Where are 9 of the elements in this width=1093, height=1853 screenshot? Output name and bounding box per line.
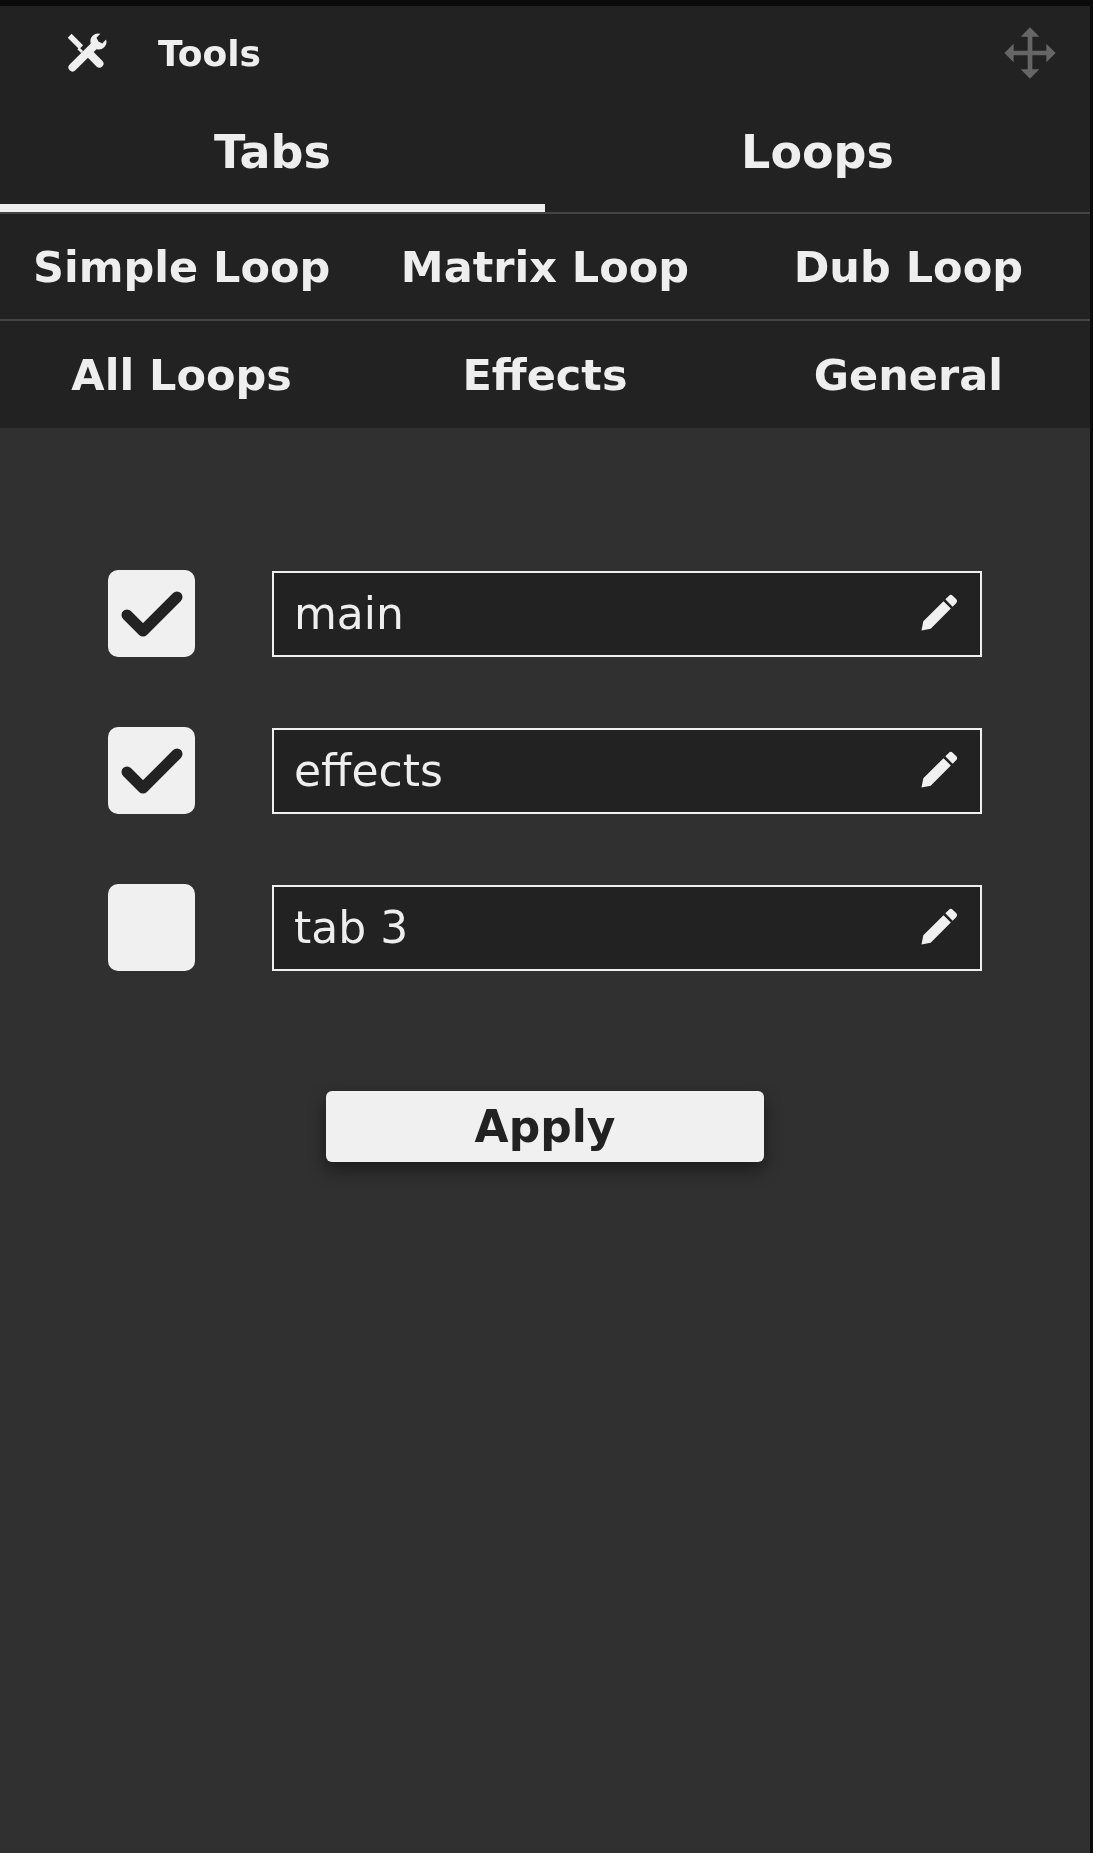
checkbox[interactable] [108, 727, 195, 814]
checkbox[interactable] [108, 884, 195, 971]
checkbox[interactable] [108, 570, 195, 657]
tab-name-field[interactable]: effects [272, 727, 982, 814]
apply-button[interactable]: Apply [326, 1091, 764, 1162]
tab-name-field[interactable]: main [272, 570, 982, 657]
window-title: Tools [158, 32, 262, 74]
move-icon[interactable] [1002, 25, 1058, 81]
tab-name-field[interactable]: tab 3 [272, 884, 982, 971]
